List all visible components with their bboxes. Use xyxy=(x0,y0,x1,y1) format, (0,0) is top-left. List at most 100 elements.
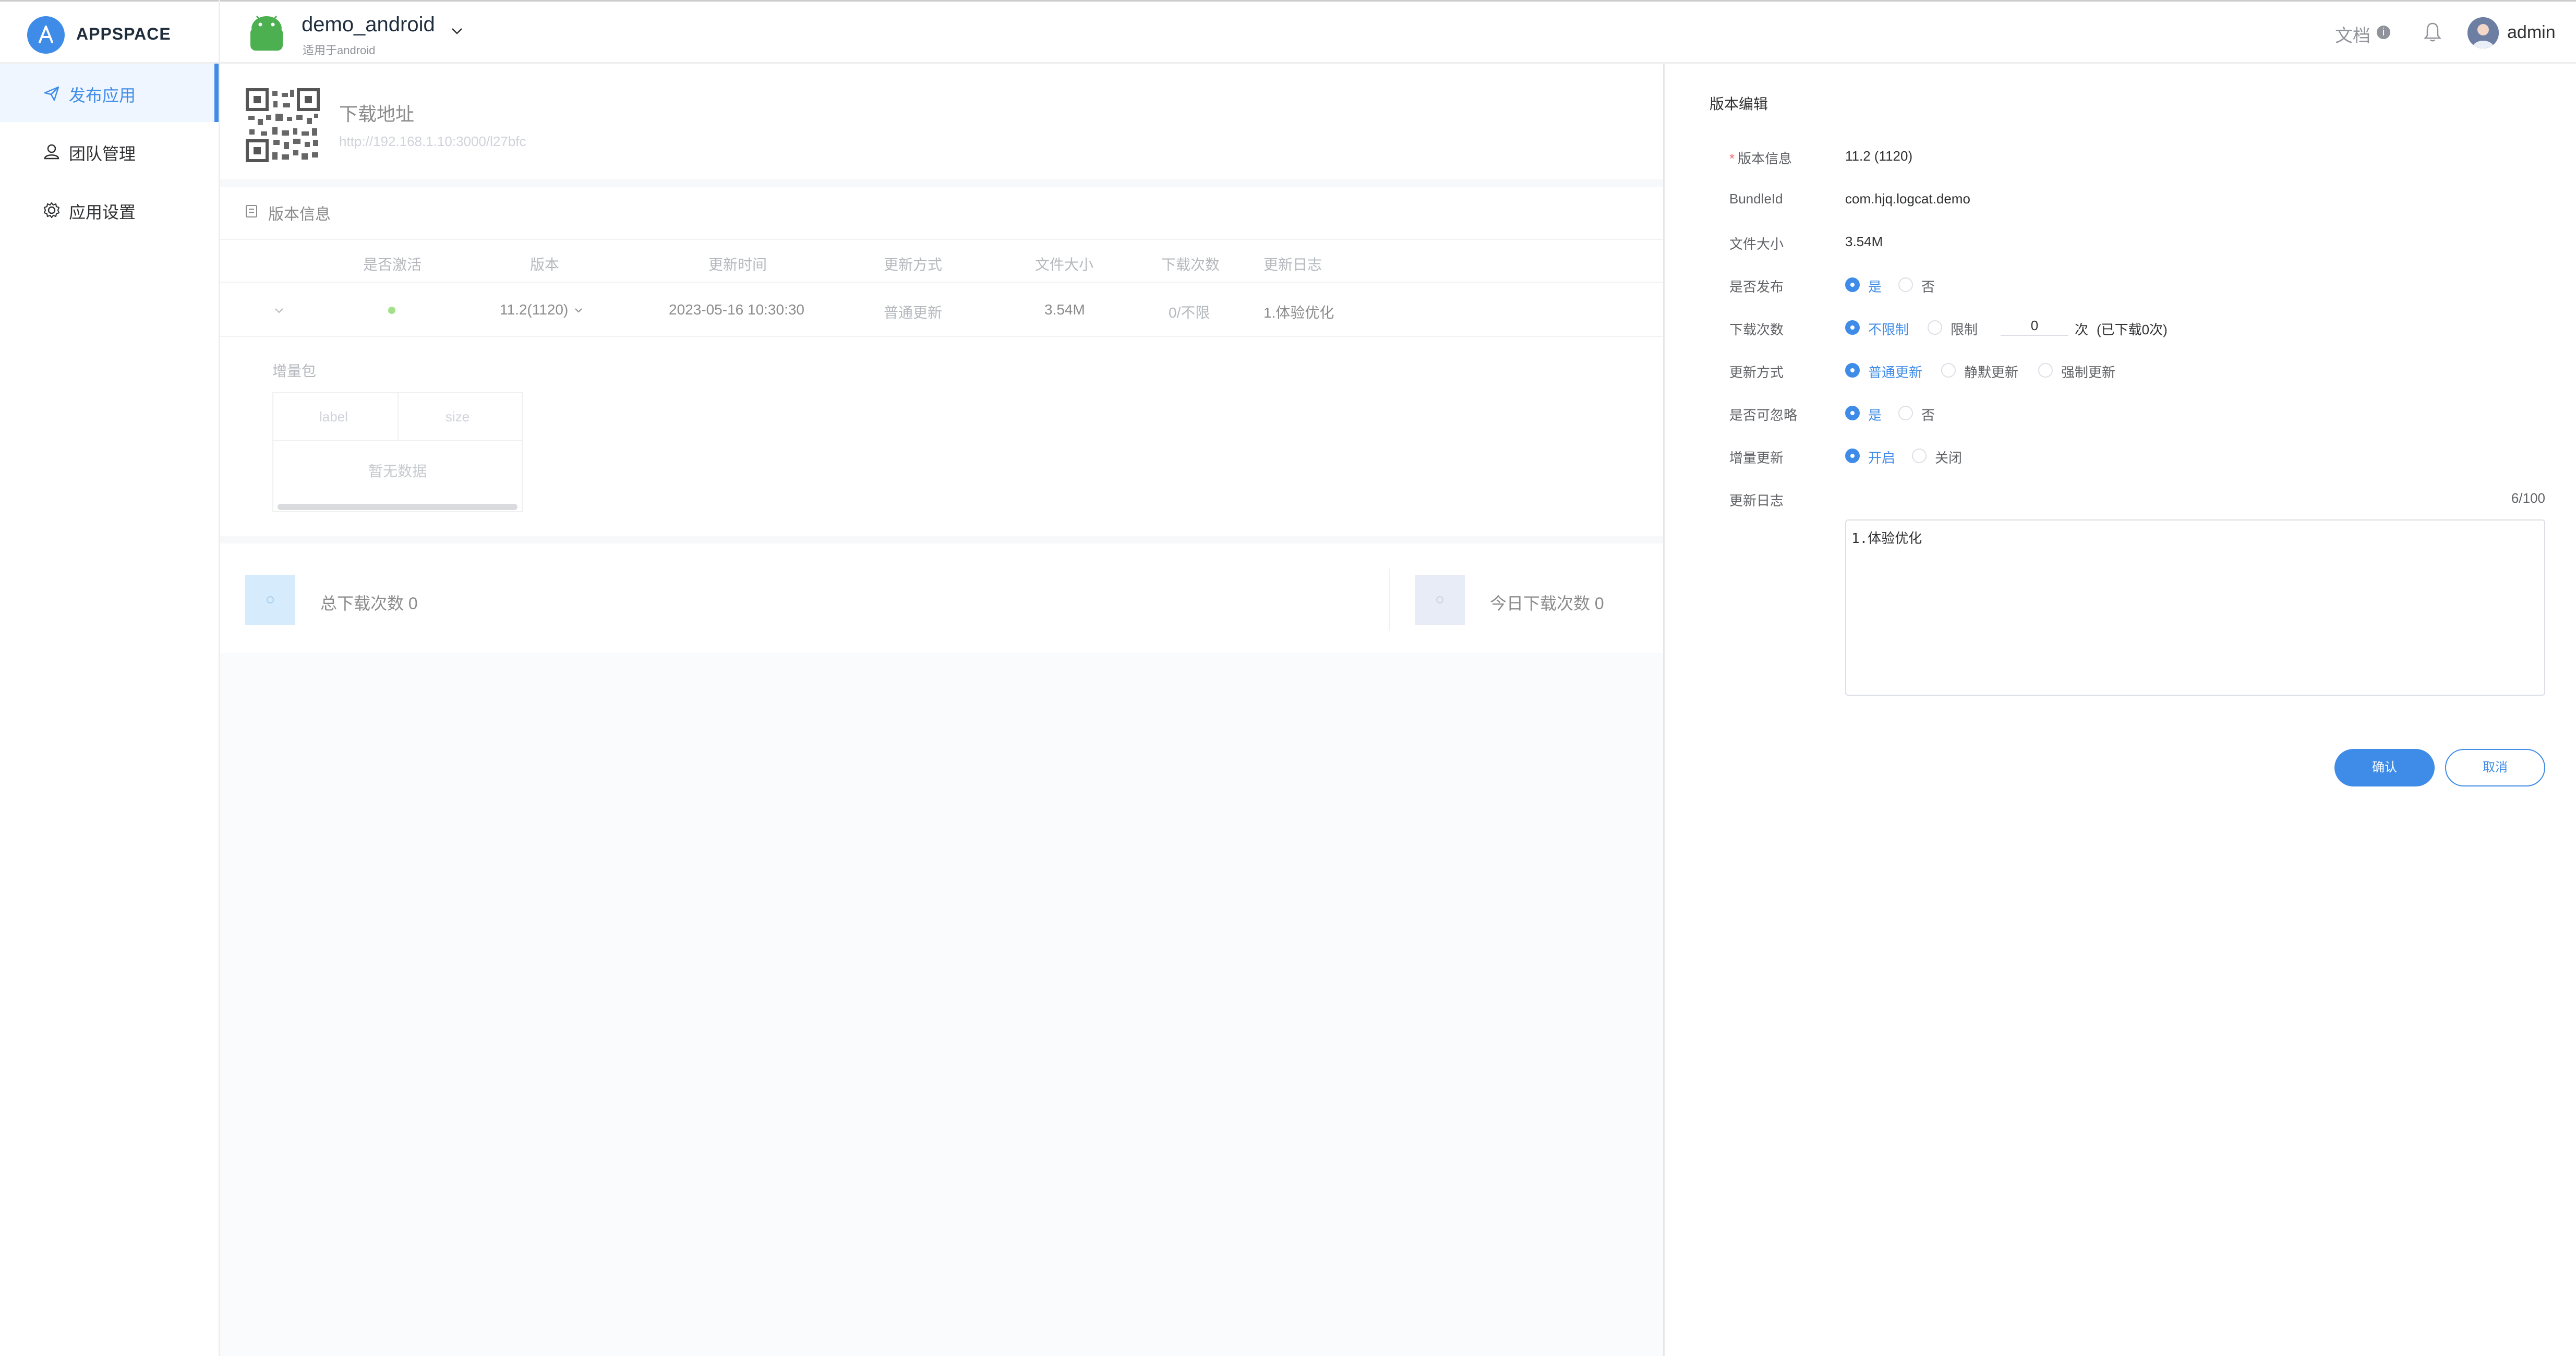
docs-link[interactable]: 文档 xyxy=(2335,21,2370,47)
column-header: 文件大小 xyxy=(1035,257,1094,273)
chevron-down-icon[interactable] xyxy=(450,23,464,38)
downloaded-count: (已下载0次) xyxy=(2097,322,2168,337)
active-status-dot xyxy=(388,307,395,314)
total-downloads: 总下载次数 0 xyxy=(320,594,418,613)
row-changelog: 1.体验优化 xyxy=(1263,305,1334,321)
publish-yes-label[interactable]: 是 xyxy=(1868,276,1882,296)
section-separator xyxy=(220,536,1663,543)
version-edit-drawer: 版本编辑 * 版本信息 11.2 (1120) BundleId com.hjq.… xyxy=(1663,64,2576,1356)
column-header: 更新方式 xyxy=(884,257,943,273)
download-limited-label[interactable]: 限制 xyxy=(1951,319,1978,338)
version-value: 11.2 (1120) xyxy=(1845,148,1913,164)
team-icon xyxy=(44,144,59,160)
row-version[interactable]: 11.2(1120) xyxy=(500,301,568,318)
row-file-size: 3.54M xyxy=(1044,301,1085,318)
form-label-size: 文件大小 xyxy=(1729,236,1784,252)
ignore-yes-radio[interactable] xyxy=(1845,406,1860,420)
sidebar-item-label: 团队管理 xyxy=(69,144,136,163)
app-overview-card: 下载地址 http://192.168.1.10:3000/l27bfc 版本信… xyxy=(220,64,1663,653)
ignore-yes-label[interactable]: 是 xyxy=(1868,405,1882,424)
empty-data-text: 暂无数据 xyxy=(368,463,427,479)
download-unit: 次 xyxy=(2075,322,2089,337)
form-label-downloads: 下载次数 xyxy=(1729,322,1784,337)
qr-code-icon[interactable] xyxy=(245,88,320,163)
sidebar: 发布应用 团队管理 应用设置 xyxy=(0,64,219,1356)
form-label-update-mode: 更新方式 xyxy=(1729,365,1784,380)
column-divider xyxy=(398,393,399,441)
increment-on-label[interactable]: 开启 xyxy=(1868,447,1895,467)
table-row[interactable]: 11.2(1120) 2023-05-16 10:30:30 普通更新 3.54… xyxy=(220,283,1663,337)
incremental-table: label size 暂无数据 xyxy=(272,392,523,512)
bell-icon[interactable] xyxy=(2424,21,2441,42)
horizontal-scrollbar[interactable] xyxy=(278,504,517,510)
form-label-bundle: BundleId xyxy=(1729,191,1783,207)
download-stat-icon xyxy=(245,575,295,625)
ignore-no-radio[interactable] xyxy=(1898,406,1913,420)
incremental-table-header: label size xyxy=(273,393,522,441)
download-url[interactable]: http://192.168.1.10:3000/l27bfc xyxy=(339,134,526,150)
changelog-char-counter: 6/100 xyxy=(2511,490,2545,506)
app-name[interactable]: demo_android xyxy=(302,13,435,37)
chevron-down-icon[interactable] xyxy=(573,305,584,316)
publish-no-radio[interactable] xyxy=(1898,277,1913,292)
top-header: APPSPACE demo_android 适用于android 文档 i ad… xyxy=(0,0,2576,64)
download-limited-radio[interactable] xyxy=(1928,320,1942,335)
section-separator xyxy=(220,179,1663,187)
column-header: 更新日志 xyxy=(1263,257,1322,273)
row-downloads: 0/不限 xyxy=(1169,305,1210,321)
publish-no-label[interactable]: 否 xyxy=(1921,276,1935,296)
incremental-label: 增量包 xyxy=(272,363,317,379)
appspace-logo-icon[interactable] xyxy=(27,16,65,54)
file-size-value: 3.54M xyxy=(1845,234,1883,249)
stat-divider xyxy=(1389,568,1390,631)
bundle-id-value: com.hjq.logcat.demo xyxy=(1845,191,1970,207)
main-content: 下载地址 http://192.168.1.10:3000/l27bfc 版本信… xyxy=(220,64,1663,1356)
mode-force-radio[interactable] xyxy=(2038,363,2053,378)
sidebar-item-publish[interactable]: 发布应用 xyxy=(0,64,219,122)
info-icon: i xyxy=(2377,26,2390,39)
sidebar-item-label: 发布应用 xyxy=(69,86,136,105)
send-icon xyxy=(44,86,59,101)
download-unlimited-label[interactable]: 不限制 xyxy=(1868,319,1909,338)
user-avatar[interactable] xyxy=(2467,17,2499,49)
user-name[interactable]: admin xyxy=(2507,22,2556,43)
download-limit-input[interactable]: 0 xyxy=(2001,316,2068,336)
ignore-no-label[interactable]: 否 xyxy=(1921,405,1935,424)
mode-silent-radio[interactable] xyxy=(1941,363,1956,378)
sidebar-item-team[interactable]: 团队管理 xyxy=(0,122,219,180)
version-section-title: 版本信息 xyxy=(268,206,331,223)
publish-yes-radio[interactable] xyxy=(1845,277,1860,292)
download-unlimited-radio[interactable] xyxy=(1845,320,1860,335)
increment-off-label[interactable]: 关闭 xyxy=(1935,447,1962,467)
form-label-publish: 是否发布 xyxy=(1729,279,1784,295)
form-label-incremental: 增量更新 xyxy=(1729,450,1784,466)
mode-normal-label[interactable]: 普通更新 xyxy=(1868,362,1922,381)
gear-icon xyxy=(43,202,60,219)
brand-name: APPSPACE xyxy=(76,25,171,43)
form-label-changelog: 更新日志 xyxy=(1729,493,1784,508)
column-header: 版本 xyxy=(530,257,560,273)
confirm-button[interactable]: 确认 xyxy=(2334,749,2435,786)
today-downloads: 今日下载次数 0 xyxy=(1490,594,1604,613)
mode-silent-label[interactable]: 静默更新 xyxy=(1964,362,2018,381)
required-marker: * xyxy=(1729,151,1735,166)
android-app-icon xyxy=(250,16,283,51)
document-icon xyxy=(246,205,257,217)
increment-on-radio[interactable] xyxy=(1845,449,1860,463)
chevron-down-icon[interactable] xyxy=(272,304,286,317)
column-header: size xyxy=(446,409,470,425)
form-label-ignorable: 是否可忽略 xyxy=(1729,407,1798,423)
row-update-mode: 普通更新 xyxy=(884,305,943,321)
cancel-button[interactable]: 取消 xyxy=(2445,749,2545,786)
changelog-textarea[interactable]: 1.体验优化 xyxy=(1845,519,2545,696)
increment-off-radio[interactable] xyxy=(1912,449,1927,463)
row-updated-at: 2023-05-16 10:30:30 xyxy=(669,301,804,318)
column-header: 是否激活 xyxy=(363,257,422,273)
column-header: label xyxy=(319,409,348,425)
sidebar-item-settings[interactable]: 应用设置 xyxy=(0,180,219,239)
today-stat-icon xyxy=(1415,575,1465,625)
mode-force-label[interactable]: 强制更新 xyxy=(2061,362,2115,381)
app-platform-subtitle: 适用于android xyxy=(303,44,376,57)
mode-normal-radio[interactable] xyxy=(1845,363,1860,378)
sidebar-item-label: 应用设置 xyxy=(69,203,136,222)
